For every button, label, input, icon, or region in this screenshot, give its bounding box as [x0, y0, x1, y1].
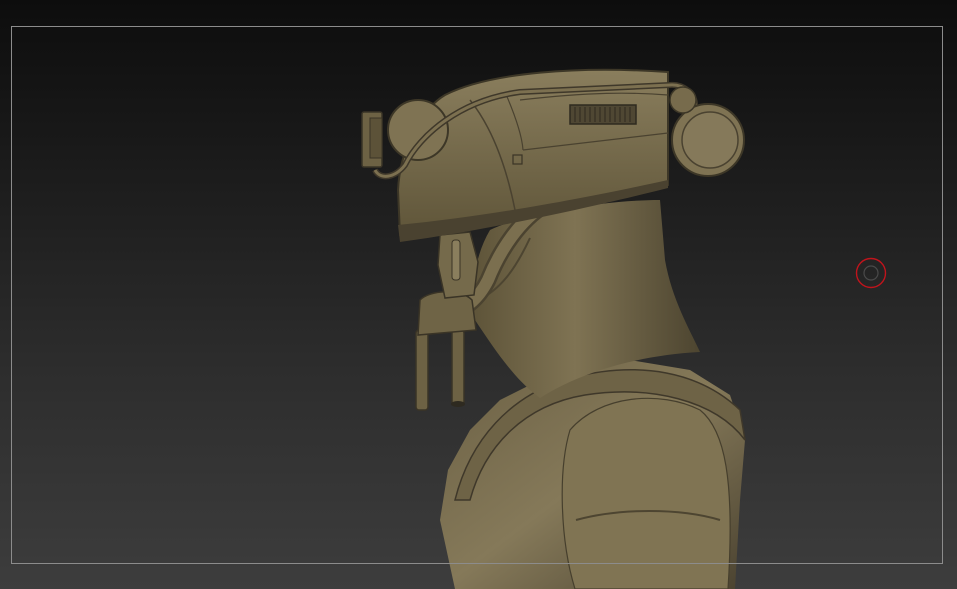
helmet-rear-disc	[669, 86, 745, 177]
mask-tube-right	[451, 329, 465, 406]
helmet-vent-grille	[569, 104, 637, 125]
sculpt-model[interactable]	[0, 0, 957, 589]
brush-circle-icon	[855, 257, 887, 289]
mask-tube-left	[415, 329, 429, 411]
arm-shape	[561, 397, 731, 589]
sculpt-viewport[interactable]	[0, 0, 957, 589]
